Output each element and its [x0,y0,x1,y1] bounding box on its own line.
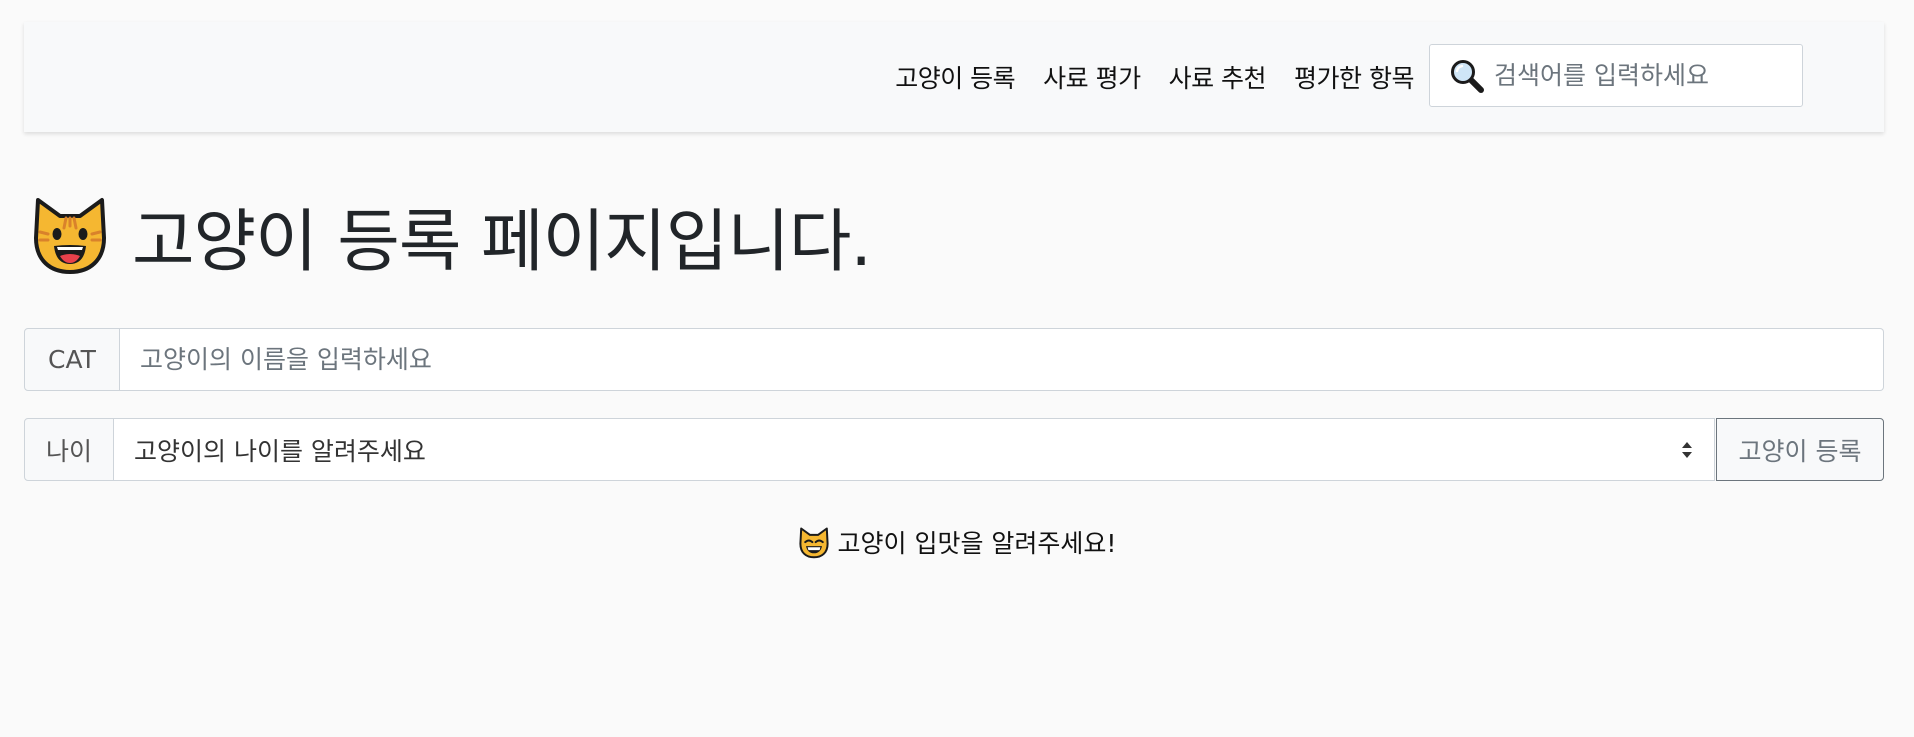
magnifier-icon [1451,59,1484,93]
cat-face-icon [34,198,106,274]
nav-links: 고양이 등록 사료 평가 사료 추천 평가한 항목 [895,22,1414,132]
search-input[interactable] [1494,61,1784,90]
page-title: 고양이 등록 페이지입니다. [30,190,872,282]
age-label: 나이 [24,418,114,481]
cat-age-group: 나이 고양이의 나이를 알려주세요 고양이 등록 [24,418,1884,481]
grinning-cat-icon [798,527,829,558]
nav-link-cat-register[interactable]: 고양이 등록 [895,59,1015,95]
taste-prompt: 고양이 입맛을 알려주세요! [0,520,1914,564]
navbar: 고양이 등록 사료 평가 사료 추천 평가한 항목 [24,22,1884,132]
cat-name-input[interactable] [120,328,1884,391]
nav-link-food-rating[interactable]: 사료 평가 [1043,59,1141,95]
nav-link-rated-items[interactable]: 평가한 항목 [1294,59,1414,95]
age-select-value: 고양이의 나이를 알려주세요 [134,436,426,466]
page-title-text: 고양이 등록 페이지입니다. [132,202,872,282]
select-arrows-icon [1682,441,1692,458]
register-cat-button[interactable]: 고양이 등록 [1716,418,1884,481]
taste-prompt-text: 고양이 입맛을 알려주세요! [837,529,1117,558]
cat-label: CAT [24,328,120,391]
age-select[interactable]: 고양이의 나이를 알려주세요 [114,418,1715,481]
nav-link-food-recommend[interactable]: 사료 추천 [1169,59,1267,95]
search-box[interactable] [1429,44,1803,107]
cat-name-group: CAT [24,328,1884,391]
